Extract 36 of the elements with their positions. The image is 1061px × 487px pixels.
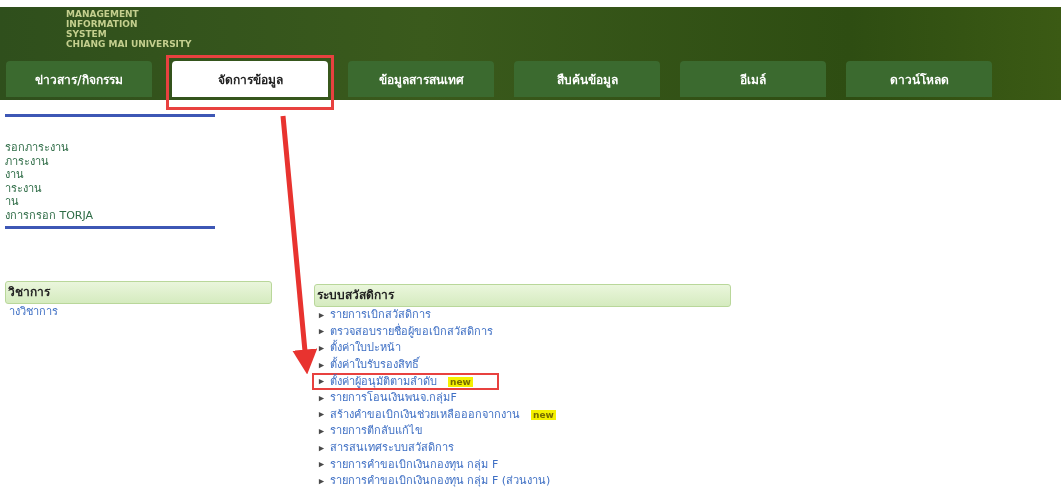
menu-link[interactable]: รายการโอนเงินพนจ.กลุ่มF bbox=[330, 392, 457, 405]
site-title: CHIANG MAI UNIVERSITY bbox=[66, 39, 193, 49]
menu-link[interactable]: รายการเบิกสวัสดิการ bbox=[330, 309, 431, 322]
menu-link[interactable]: าระงาน bbox=[5, 181, 215, 195]
bullet-triangle-icon bbox=[318, 361, 325, 369]
section-header: วิชาการ bbox=[5, 281, 272, 304]
nav-tab[interactable]: สืบค้นข้อมูล bbox=[514, 61, 660, 97]
menu-link[interactable]: ตรวจสอบรายชื่อผู้ขอเบิกสวัสดิการ bbox=[330, 325, 493, 338]
section-header: ระบบสวัสดิการ bbox=[314, 284, 731, 307]
menu-link[interactable]: าน bbox=[5, 195, 215, 209]
menu-link[interactable]: รายการตีกลับแก้ไข bbox=[330, 425, 423, 438]
menu-link[interactable]: ภาระงาน bbox=[5, 154, 215, 168]
menu-link[interactable]: รายการคำขอเบิกเงินกองทุน กลุ่ม F (ส่วนงาน) bbox=[330, 475, 551, 487]
menu-link[interactable]: งาน bbox=[5, 168, 215, 182]
menu-link[interactable]: ตั้งค่าผู้อนุมัติตามลำดับ bbox=[330, 375, 437, 388]
site-title: SYSTEM bbox=[66, 29, 108, 39]
nav-tab[interactable]: จัดการข้อมูล bbox=[172, 61, 328, 97]
new-badge: new bbox=[448, 376, 473, 387]
menu-link[interactable]: รายการคำขอเบิกเงินกองทุน กลุ่ม F bbox=[330, 458, 499, 471]
site-title: INFORMATION bbox=[66, 19, 139, 29]
nav-tab[interactable]: อีเมล์ bbox=[680, 61, 826, 97]
bullet-triangle-icon bbox=[318, 345, 325, 352]
bullet-triangle-icon bbox=[318, 444, 325, 452]
menu-link[interactable]: ตั้งค่าใบปะหน้า bbox=[330, 342, 401, 355]
menu-link[interactable]: รอกภาระงาน bbox=[5, 141, 215, 155]
bullet-triangle-icon bbox=[318, 311, 325, 319]
menu-link[interactable]: างวิชาการ bbox=[9, 306, 58, 319]
menu-link[interactable]: สารสนเทศระบบสวัสดิการ bbox=[330, 442, 454, 455]
bullet-triangle-icon bbox=[318, 328, 325, 336]
menu-link[interactable]: สร้างคำขอเบิกเงินช่วยเหลือออกจากงาน bbox=[330, 408, 520, 421]
new-badge: new bbox=[531, 409, 556, 420]
nav-tab[interactable]: ดาวน์โหลด bbox=[846, 61, 992, 97]
nav-tab[interactable]: ข่าวสาร/กิจกรรม bbox=[6, 61, 152, 97]
menu-link[interactable]: งการกรอก TORJA bbox=[5, 208, 215, 222]
site-title: MANAGEMENT bbox=[66, 9, 140, 19]
nav-tab[interactable]: ข้อมูลสารสนเทศ bbox=[348, 61, 494, 97]
